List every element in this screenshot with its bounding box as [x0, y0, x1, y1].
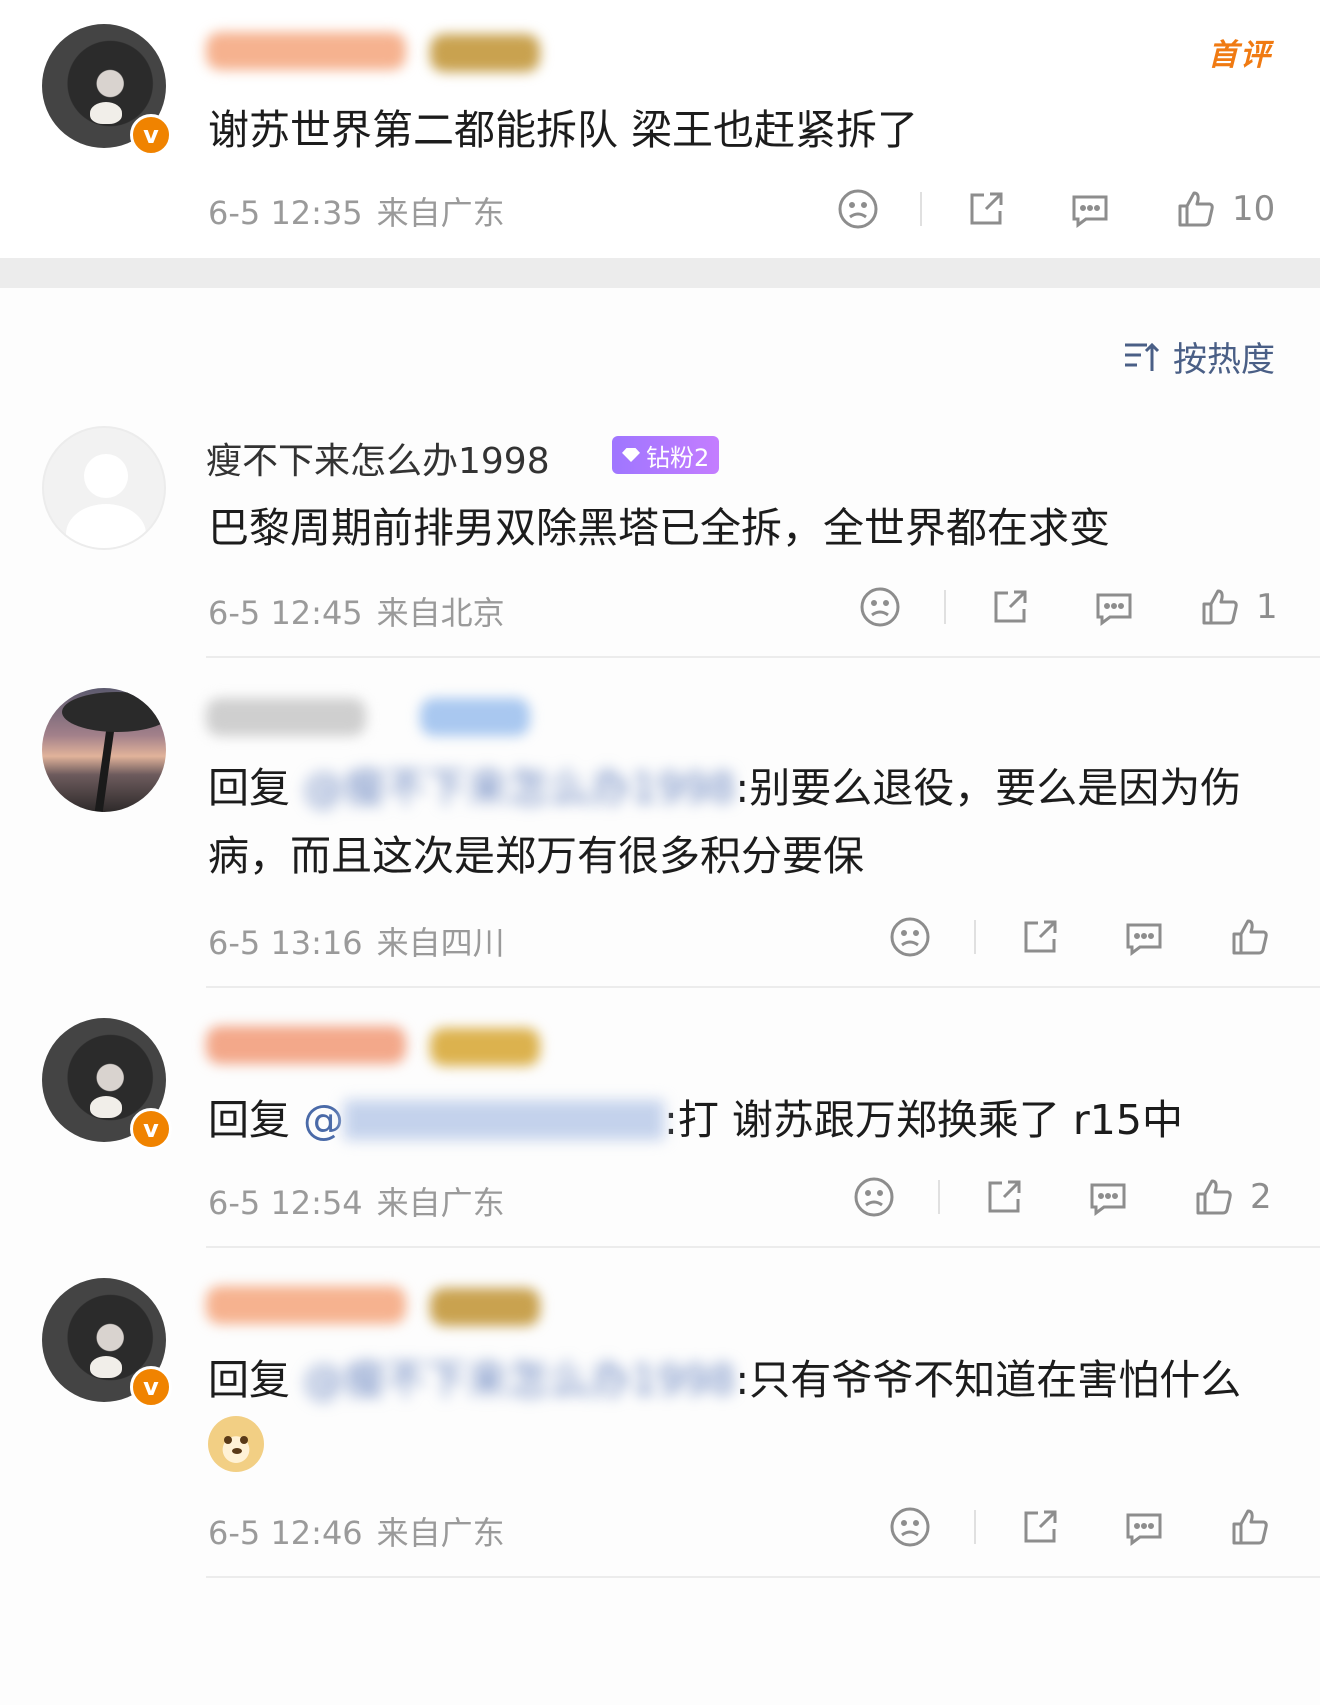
- comment-actions: [0, 1502, 1320, 1552]
- mention-link[interactable]: @瘦不下来怎么办1998: [303, 754, 735, 822]
- comment-text: 回复 @ :打 谢苏跟万郑换乘了 r15中: [208, 1086, 1288, 1154]
- comment-actions: 2: [0, 1172, 1320, 1222]
- reply-button[interactable]: [1122, 912, 1166, 962]
- reply-button[interactable]: [1068, 184, 1112, 234]
- action-separator: [920, 192, 922, 226]
- reply-prefix: 回复: [208, 1356, 290, 1404]
- username-redacted[interactable]: [206, 1026, 406, 1064]
- username-redacted[interactable]: [206, 698, 366, 736]
- comment-divider: [206, 1246, 1320, 1248]
- verified-icon: v: [130, 1108, 172, 1150]
- username[interactable]: 瘦不下来怎么办1998: [206, 432, 550, 484]
- action-separator: [974, 1510, 976, 1544]
- comment-actions: 1: [0, 582, 1320, 632]
- share-icon: [994, 590, 1027, 623]
- reply-prefix: 回复: [208, 764, 290, 812]
- thumbs-up-icon: [1202, 589, 1238, 625]
- comment-text: 巴黎周期前排男双除黑塔已全拆，全世界都在求变: [208, 504, 1110, 552]
- avatar[interactable]: [42, 426, 166, 550]
- sort-icon: [1125, 342, 1160, 371]
- comment-text: 回复 @瘦不下来怎么办1998:别要么退役，要么是因为伤病，而且这次是郑万有很多…: [208, 754, 1288, 890]
- share-button[interactable]: [1018, 912, 1062, 962]
- comment-divider: [206, 986, 1320, 988]
- reply-button[interactable]: [1092, 582, 1136, 632]
- frown-face-icon: [838, 189, 878, 229]
- share-button[interactable]: [1018, 1502, 1062, 1552]
- share-button[interactable]: [982, 1172, 1026, 1222]
- thumbs-up-icon: [1178, 191, 1214, 227]
- comment-bubble-icon: [1126, 1513, 1162, 1546]
- comment-bubble-icon: [1096, 593, 1132, 626]
- fan-level-label: 钻粉2: [646, 443, 710, 472]
- mention-redacted[interactable]: [344, 1100, 665, 1140]
- like-button[interactable]: [1228, 912, 1272, 962]
- dislike-button[interactable]: [888, 1502, 932, 1552]
- diamond-icon: [622, 448, 640, 462]
- verified-icon: v: [130, 114, 172, 156]
- share-icon: [988, 1180, 1021, 1213]
- user-badge-redacted: [430, 1288, 540, 1326]
- mention-link[interactable]: @瘦不下来怎么办1998: [303, 1346, 735, 1414]
- username-redacted[interactable]: [206, 1286, 406, 1324]
- user-badge-redacted: [430, 1028, 540, 1066]
- fan-level-badge: 钻粉2: [612, 436, 720, 474]
- share-icon: [1024, 920, 1057, 953]
- avatar[interactable]: [42, 688, 166, 812]
- share-icon: [970, 192, 1003, 225]
- default-avatar-head: [84, 454, 128, 498]
- like-count: 2: [1250, 1177, 1272, 1217]
- reply-body: :打 谢苏跟万郑换乘了 r15中: [664, 1096, 1183, 1144]
- frown-face-icon: [860, 587, 900, 627]
- comment-text: 谢苏世界第二都能拆队 梁王也赶紧拆了: [208, 106, 919, 154]
- sort-label: 按热度: [1173, 340, 1275, 380]
- reply-button[interactable]: [1122, 1502, 1166, 1552]
- like-button[interactable]: 1: [1198, 582, 1278, 632]
- comment-divider: [206, 1576, 1320, 1578]
- first-comment-badge: 首评: [1208, 38, 1272, 73]
- verified-icon: v: [130, 1366, 172, 1408]
- like-button[interactable]: 2: [1192, 1172, 1272, 1222]
- like-count: 10: [1232, 189, 1276, 229]
- section-divider: [0, 258, 1320, 288]
- thumbs-up-icon: [1232, 1509, 1268, 1545]
- dislike-button[interactable]: [888, 912, 932, 962]
- share-button[interactable]: [988, 582, 1032, 632]
- like-button[interactable]: [1228, 1502, 1272, 1552]
- action-separator: [938, 1180, 940, 1214]
- like-button[interactable]: 10: [1174, 184, 1275, 234]
- comment-bubble-icon: [1126, 923, 1162, 956]
- comment-bubble-icon: [1090, 1183, 1126, 1216]
- share-icon: [1024, 1510, 1057, 1543]
- reply-button[interactable]: [1086, 1172, 1130, 1222]
- comment-text: 回复 @瘦不下来怎么办1998:只有爷爷不知道在害怕什么: [208, 1346, 1288, 1482]
- thumbs-up-icon: [1232, 919, 1268, 955]
- reply-body: :只有爷爷不知道在害怕什么: [735, 1356, 1242, 1404]
- like-count: 1: [1256, 587, 1278, 627]
- action-separator: [944, 590, 946, 624]
- doge-emoji-icon: [208, 1416, 264, 1472]
- sort-by-hot-button[interactable]: 按热度: [1121, 332, 1275, 381]
- thumbs-up-icon: [1196, 1179, 1232, 1215]
- frown-face-icon: [890, 917, 930, 957]
- dislike-button[interactable]: [858, 582, 902, 632]
- comment-actions: 10: [0, 184, 1320, 234]
- frown-face-icon: [890, 1507, 930, 1547]
- action-separator: [974, 920, 976, 954]
- share-button[interactable]: [964, 184, 1008, 234]
- comment-divider: [206, 656, 1320, 658]
- user-badge-redacted: [420, 698, 530, 736]
- user-badge-redacted: [430, 34, 540, 72]
- comment-bubble-icon: [1072, 195, 1108, 228]
- reply-prefix: 回复: [208, 1096, 290, 1144]
- username-redacted[interactable]: [206, 32, 406, 70]
- default-avatar-body: [66, 504, 146, 548]
- frown-face-icon: [854, 1177, 894, 1217]
- mention-link[interactable]: @: [303, 1096, 344, 1144]
- dislike-button[interactable]: [836, 184, 880, 234]
- comment-actions: [0, 912, 1320, 962]
- dislike-button[interactable]: [852, 1172, 896, 1222]
